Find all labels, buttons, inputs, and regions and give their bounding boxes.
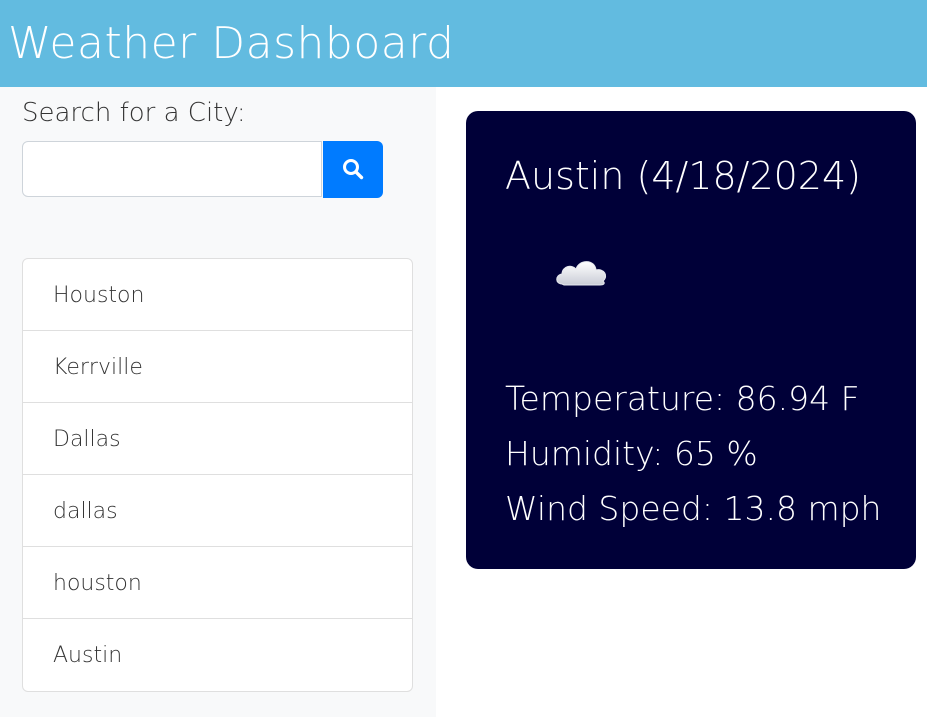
temperature-text: Temperature: 86.94 F <box>505 379 860 418</box>
cloud-icon <box>556 261 607 286</box>
humidity-text: Humidity: 65 % <box>505 434 758 473</box>
list-item[interactable]: Dallas <box>23 403 412 475</box>
search-button[interactable] <box>323 141 383 198</box>
list-item[interactable]: dallas <box>23 475 412 547</box>
city-history-list: Houston Kerrville Dallas dallas houston … <box>22 258 413 692</box>
current-weather-card: Austin (4/18/2024) Temperature: 86.94 F … <box>466 111 916 569</box>
list-item[interactable]: Austin <box>23 619 412 691</box>
city-date-heading: Austin (4/18/2024) <box>505 154 861 198</box>
list-item[interactable]: Houston <box>23 259 412 331</box>
page-header: Weather Dashboard <box>0 0 927 87</box>
page-title: Weather Dashboard <box>8 18 455 69</box>
sidebar: Search for a City: Houston Kerrville Dal… <box>0 87 436 717</box>
search-label: Search for a City: <box>22 98 246 128</box>
wind-speed-text: Wind Speed: 13.8 mph <box>505 489 882 528</box>
list-item[interactable]: Kerrville <box>23 331 412 403</box>
search-input[interactable] <box>22 141 322 197</box>
list-item[interactable]: houston <box>23 547 412 619</box>
search-icon <box>343 159 364 180</box>
